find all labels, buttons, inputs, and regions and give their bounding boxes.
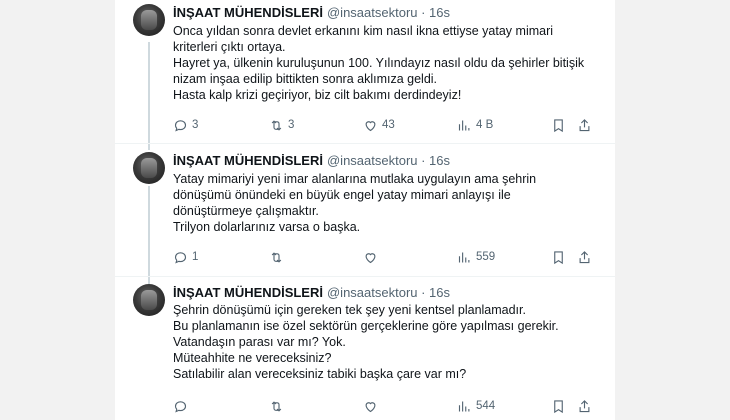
bookmark-icon [554,399,563,413]
bookmark-icon [554,118,563,132]
tweet-line: Vatandaşın parası var mı? Yok. [173,335,346,349]
reply-button[interactable]: 3 [173,116,198,134]
tweet-line: Hayret ya, ülkenin kuruluşunun 100. Yılı… [173,56,585,70]
like-button[interactable]: 43 [363,116,395,134]
reply-count: 1 [192,251,199,263]
retweet-icon [271,251,282,263]
views-count: 4 B [476,119,494,131]
tweet-actions: 544 [173,397,593,415]
reply-icon [174,251,187,264]
tweet-actions: 1 559 [173,248,593,266]
reply-icon [174,400,187,413]
tweet-text: Yatay mimariyi yeni imar alanlarına mutl… [173,171,593,235]
views-chart-icon [458,120,470,130]
retweet-icon [271,400,282,412]
tweet-line: Şehrin dönüşümü için gereken tek şey yen… [173,303,526,317]
share-icon [579,399,590,412]
share-button[interactable] [577,248,592,266]
tweet[interactable]: İNŞAAT MÜHENDİSLERİ @insaatsektoru · 16s … [115,0,615,145]
share-icon [579,250,590,263]
avatar[interactable] [133,284,165,316]
retweet-icon [271,119,282,131]
tweet[interactable]: İNŞAAT MÜHENDİSLERİ @insaatsektoru · 16s … [115,148,615,268]
tweet-line: Bu planlamanın ise özel sektörün gerçekl… [173,319,559,333]
author-name[interactable]: İNŞAAT MÜHENDİSLERİ [173,285,323,300]
share-button[interactable] [577,397,592,415]
tweet-line: Trilyon dolarlarınız varsa o başka. [173,220,361,234]
retweet-count: 3 [288,119,295,131]
reply-button[interactable] [173,397,192,415]
reply-button[interactable]: 1 [173,248,198,266]
tweet-line: Satılabilir alan vereceksiniz tabiki baş… [173,367,467,381]
tweet-line: dönüşümü önündeki en büyük engel yatay m… [173,188,511,202]
views-button[interactable]: 559 [457,248,495,266]
like-button[interactable] [363,397,382,415]
bookmark-button[interactable] [551,116,566,134]
views-button[interactable]: 544 [457,397,495,415]
tweet-text: Onca yıldan sonra devlet erkanını kim na… [173,23,593,103]
avatar[interactable] [133,4,165,36]
author-handle[interactable]: @insaatsektoru · 16s [327,153,450,168]
left-background [0,0,115,420]
tweet-line: Yatay mimariyi yeni imar alanlarına mutl… [173,172,537,186]
right-background [615,0,730,420]
tweet-header: İNŞAAT MÜHENDİSLERİ @insaatsektoru · 16s [173,285,450,301]
tweet-text: Şehrin dönüşümü için gereken tek şey yen… [173,302,593,382]
like-button[interactable] [363,248,382,266]
views-count: 559 [476,251,496,263]
tweet-line: kriterleri çıktı ortaya. [173,40,286,54]
divider [115,143,615,144]
tweet-header: İNŞAAT MÜHENDİSLERİ @insaatsektoru · 16s [173,153,450,169]
bookmark-icon [554,250,563,264]
views-count: 544 [476,400,496,412]
retweet-button[interactable]: 3 [269,116,294,134]
author-name[interactable]: İNŞAAT MÜHENDİSLERİ [173,153,323,168]
tweet-header: İNŞAAT MÜHENDİSLERİ @insaatsektoru · 16s [173,5,450,21]
author-handle[interactable]: @insaatsektoru · 16s [327,285,450,300]
avatar[interactable] [133,152,165,184]
views-button[interactable]: 4 B [457,116,493,134]
views-chart-icon [458,401,470,411]
reply-icon [174,119,187,132]
share-button[interactable] [577,116,592,134]
divider [115,276,615,277]
heart-icon [365,401,376,412]
bookmark-button[interactable] [551,397,566,415]
tweet-line: Müteahhite ne vereceksiniz? [173,351,332,365]
like-count: 43 [382,119,395,131]
tweet-thread: İNŞAAT MÜHENDİSLERİ @insaatsektoru · 16s … [115,0,615,420]
tweet[interactable]: İNŞAAT MÜHENDİSLERİ @insaatsektoru · 16s … [115,282,615,420]
tweet-line: nizam inşaa edilip bittikten sonra aklım… [173,72,438,86]
tweet-line: Hasta kalp krizi geçiriyor, biz cilt bak… [173,88,462,102]
retweet-button[interactable] [269,397,288,415]
share-icon [579,118,590,131]
author-handle[interactable]: @insaatsektoru · 16s [327,5,450,20]
retweet-button[interactable] [269,248,288,266]
bookmark-button[interactable] [551,248,566,266]
tweet-line: dönüştürmeye çalışmaktır. [173,204,319,218]
reply-count: 3 [192,119,199,131]
author-name[interactable]: İNŞAAT MÜHENDİSLERİ [173,5,323,20]
tweet-actions: 3 3 43 4 B [173,116,593,134]
heart-icon [365,252,376,263]
tweet-line: Onca yıldan sonra devlet erkanını kim na… [173,24,554,38]
heart-icon [365,120,376,131]
views-chart-icon [458,252,470,262]
